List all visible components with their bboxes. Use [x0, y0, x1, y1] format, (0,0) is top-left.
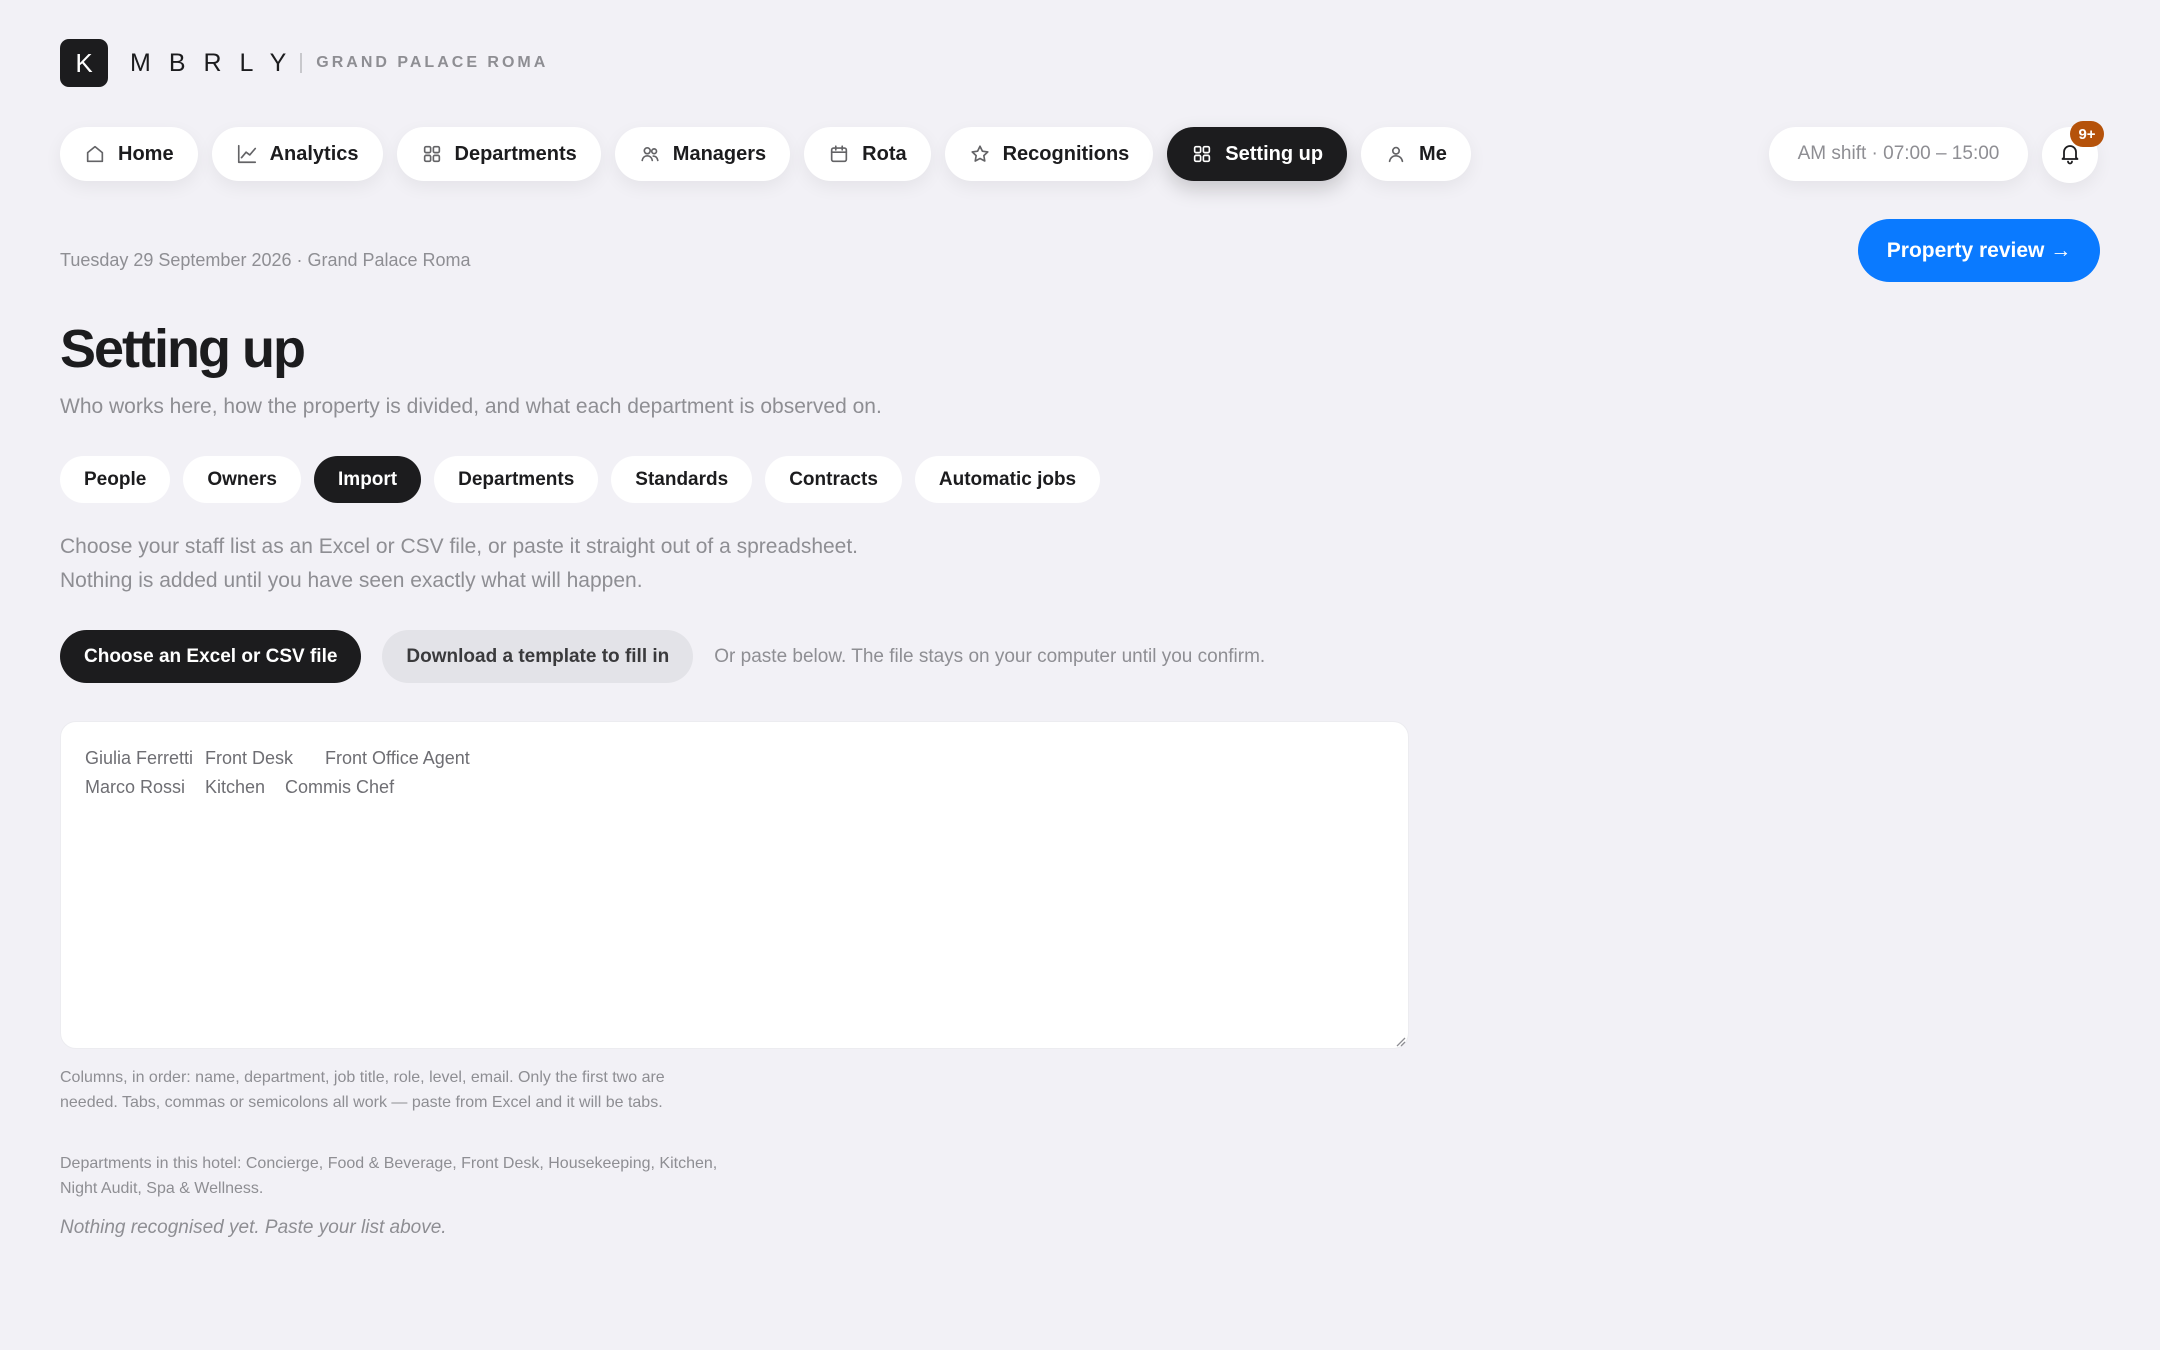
property-review-button[interactable]: Property review →	[1858, 219, 2100, 282]
columns-help: Columns, in order: name, department, job…	[60, 1069, 665, 1111]
nav-item-label: Home	[118, 142, 174, 165]
import-intro-line: Nothing is added until you have seen exa…	[60, 569, 643, 592]
nav-item-label: Analytics	[269, 142, 359, 165]
brand-divider	[300, 53, 303, 73]
paste-note: Or paste below. The file stays on your c…	[714, 645, 1266, 667]
departments-help: Departments in this hotel: Concierge, Fo…	[60, 1155, 718, 1197]
setup-tabs: People Owners Import Departments Standar…	[60, 456, 1101, 503]
nav-item-managers[interactable]: Managers	[614, 127, 791, 181]
nav-item-me[interactable]: Me	[1361, 127, 1471, 181]
main-nav: Home Analytics Departments Managers Rota…	[60, 127, 1471, 181]
people-icon	[639, 143, 661, 165]
tab-import[interactable]: Import	[314, 456, 422, 503]
nav-item-label: Me	[1419, 142, 1447, 165]
nav-item-rota[interactable]: Rota	[804, 127, 931, 181]
star-icon	[969, 143, 991, 165]
nav-item-label: Managers	[672, 142, 767, 165]
chart-icon	[236, 143, 258, 165]
tab-departments[interactable]: Departments	[434, 456, 599, 503]
nav-item-label: Rota	[862, 142, 907, 165]
date-line: Tuesday 29 September 2026 · Grand Palace…	[60, 250, 471, 270]
paste-line: Giulia Ferretti Front Desk Front Office …	[85, 748, 470, 768]
nav-item-label: Departments	[454, 142, 577, 165]
calendar-icon	[828, 143, 850, 165]
nav-item-recognitions[interactable]: Recognitions	[944, 127, 1154, 181]
brand-name: MBRLY	[130, 48, 305, 77]
nav-item-label: Recognitions	[1002, 142, 1130, 165]
person-icon	[1385, 143, 1407, 165]
import-intro: Choose your staff list as an Excel or CS…	[60, 530, 858, 598]
nav-item-home[interactable]: Home	[60, 127, 198, 181]
shift-indicator[interactable]: AM shift · 07:00 – 15:00	[1769, 127, 2028, 181]
tab-automatic-jobs[interactable]: Automatic jobs	[914, 456, 1101, 503]
recognition-status: Nothing recognised yet. Paste your list …	[60, 1217, 447, 1238]
nav-item-analytics[interactable]: Analytics	[211, 127, 383, 181]
paste-textarea[interactable]: Giulia Ferretti Front Desk Front Office …	[60, 721, 1409, 1049]
home-icon	[84, 143, 106, 165]
brand-logo[interactable]: K	[60, 39, 108, 87]
choose-file-button[interactable]: Choose an Excel or CSV file	[60, 630, 362, 683]
notification-badge: 9+	[2070, 121, 2104, 147]
paste-line: Marco Rossi Kitchen Commis Chef	[85, 777, 395, 797]
brand: K MBRLY GRAND PALACE ROMA	[60, 39, 548, 87]
nav-item-label: Setting up	[1225, 142, 1324, 165]
tab-contracts[interactable]: Contracts	[765, 456, 902, 503]
nav-item-setting-up[interactable]: Setting up	[1167, 127, 1348, 181]
tab-people[interactable]: People	[60, 456, 171, 503]
import-actions: Choose an Excel or CSV file Download a t…	[60, 630, 1265, 683]
tab-owners[interactable]: Owners	[183, 456, 302, 503]
grid-icon	[421, 143, 443, 165]
tab-standards[interactable]: Standards	[611, 456, 753, 503]
property-name: GRAND PALACE ROMA	[316, 54, 549, 71]
page-subtitle: Who works here, how the property is divi…	[60, 395, 882, 418]
import-intro-line: Choose your staff list as an Excel or CS…	[60, 535, 859, 558]
download-template-button[interactable]: Download a template to fill in	[382, 630, 694, 683]
page-title: Setting up	[60, 319, 306, 379]
resize-handle[interactable]	[1394, 1034, 1406, 1047]
grid-icon	[1191, 143, 1213, 165]
nav-item-departments[interactable]: Departments	[396, 127, 601, 181]
